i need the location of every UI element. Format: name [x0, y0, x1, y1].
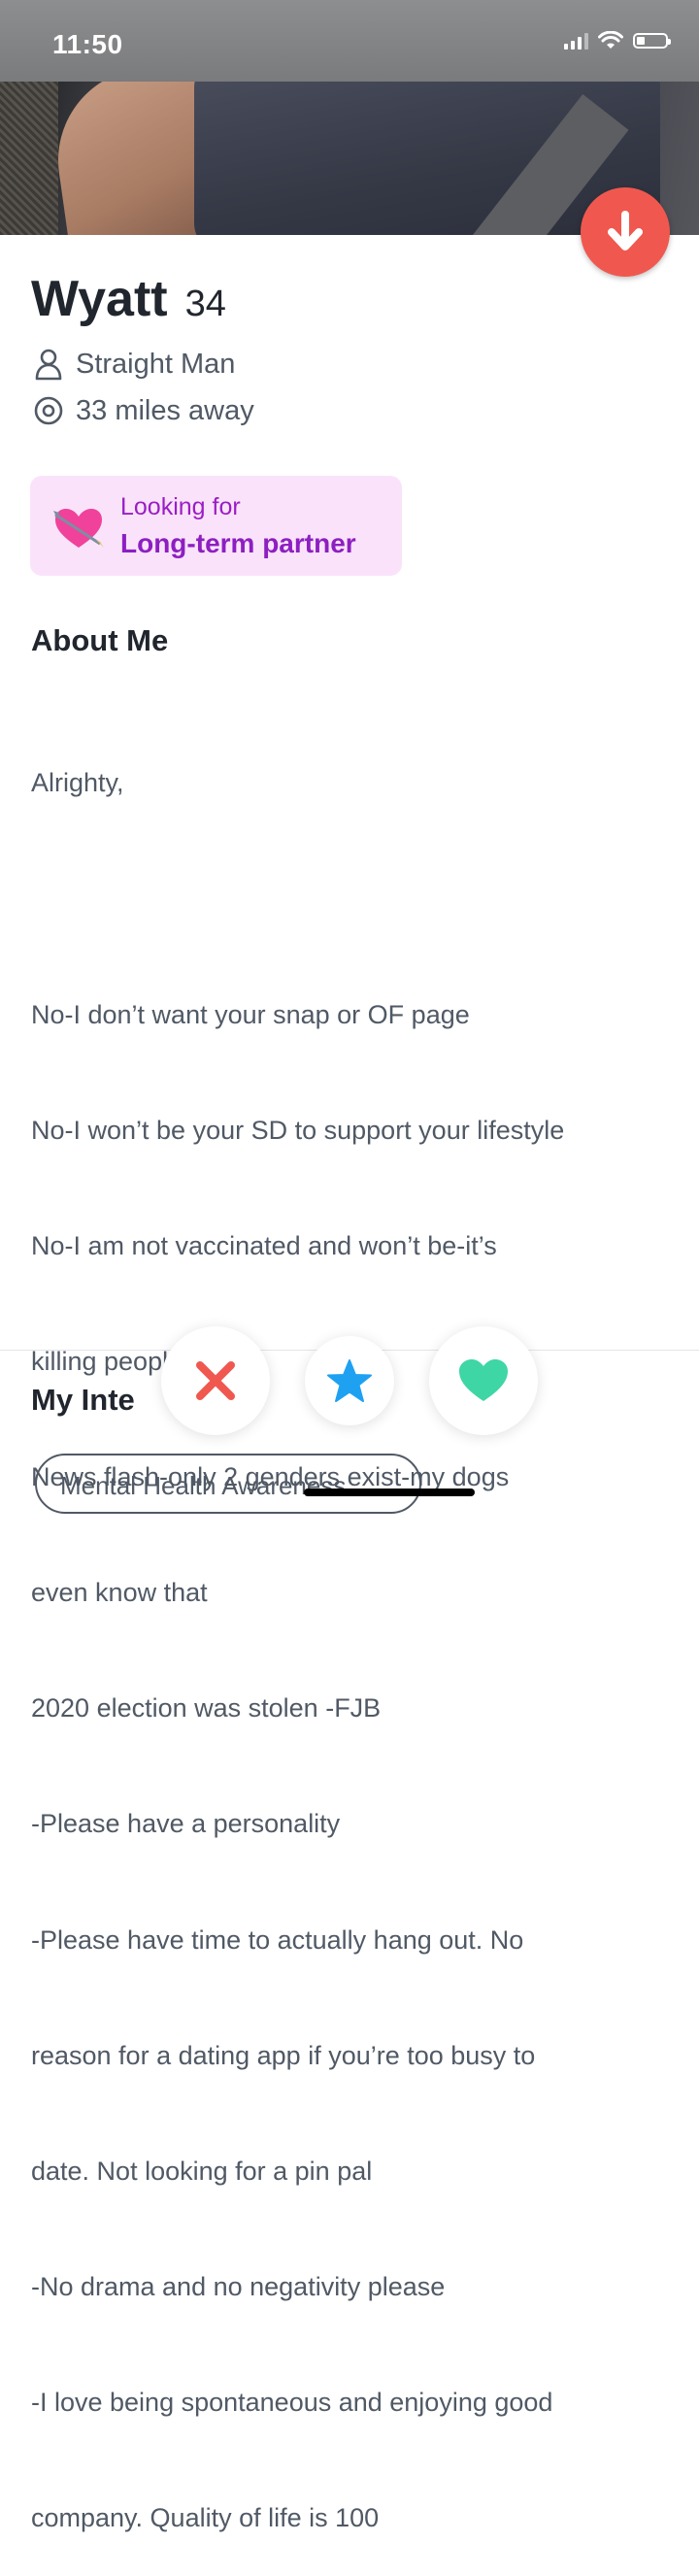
arrow-down-icon [608, 211, 643, 251]
bio-line: 2020 election was stolen -FJB [31, 1693, 382, 1723]
super-like-button[interactable] [305, 1336, 394, 1425]
person-icon [35, 349, 62, 381]
bio-line [31, 881, 682, 920]
looking-for-label: Looking for [120, 493, 241, 520]
orientation-row: Straight Man [33, 348, 235, 381]
distance-text: 33 miles away [76, 394, 254, 426]
bio-line: No-I don’t want your snap or OF page [31, 999, 470, 1029]
bio-line: date. Not looking for a pin pal [31, 2156, 373, 2186]
about-me-text: Alrighty, No-I don’t want your snap or O… [31, 687, 682, 2576]
heart-icon [459, 1359, 508, 1401]
profile-name: Wyatt [31, 271, 168, 327]
profile-age: 34 [184, 284, 226, 324]
bio-line: -Please have a personality [31, 1809, 341, 1839]
orientation-text: Straight Man [76, 348, 236, 380]
interests-heading: My Inte [31, 1383, 135, 1417]
home-indicator[interactable] [304, 1489, 475, 1496]
like-button[interactable] [429, 1326, 538, 1435]
nope-button[interactable] [161, 1326, 270, 1435]
bio-line: No-I am not vaccinated and won’t be-it’s [31, 1230, 497, 1260]
about-me-heading: About Me [31, 623, 169, 657]
bio-line: -Please have time to actually hang out. … [31, 1924, 524, 1955]
wifi-icon [598, 31, 623, 49]
photo-seat-texture [0, 82, 58, 235]
bio-line: -No drama and no negativity please [31, 2271, 446, 2301]
distance-row: 33 miles away [33, 394, 254, 427]
star-icon [327, 1359, 372, 1402]
battery-icon [633, 33, 671, 49]
x-icon [196, 1361, 235, 1400]
bio-line: No-I won’t be your SD to support your li… [31, 1115, 565, 1145]
collapse-profile-button[interactable] [581, 187, 670, 277]
bio-line: -I love being spontaneous and enjoying g… [31, 2387, 553, 2417]
bio-line: reason for a dating app if you’re too bu… [31, 2040, 536, 2070]
name-age-row: Wyatt 34 [31, 270, 226, 328]
bio-line: company. Quality of life is 100 [31, 2503, 380, 2533]
status-time: 11:50 [52, 29, 123, 59]
bio-line: Alrighty, [31, 768, 124, 798]
bio-line: even know that [31, 1578, 208, 1608]
looking-for-card[interactable]: Looking for Long-term partner [30, 476, 402, 576]
heart-arrow-icon [53, 509, 104, 548]
status-icons [564, 31, 671, 50]
looking-for-value: Long-term partner [120, 528, 356, 558]
status-bar: 11:50 [0, 0, 699, 82]
signal-icon [564, 32, 588, 50]
interest-chip: Mental Health Awareness [35, 1454, 421, 1514]
location-pin-icon [34, 396, 63, 425]
